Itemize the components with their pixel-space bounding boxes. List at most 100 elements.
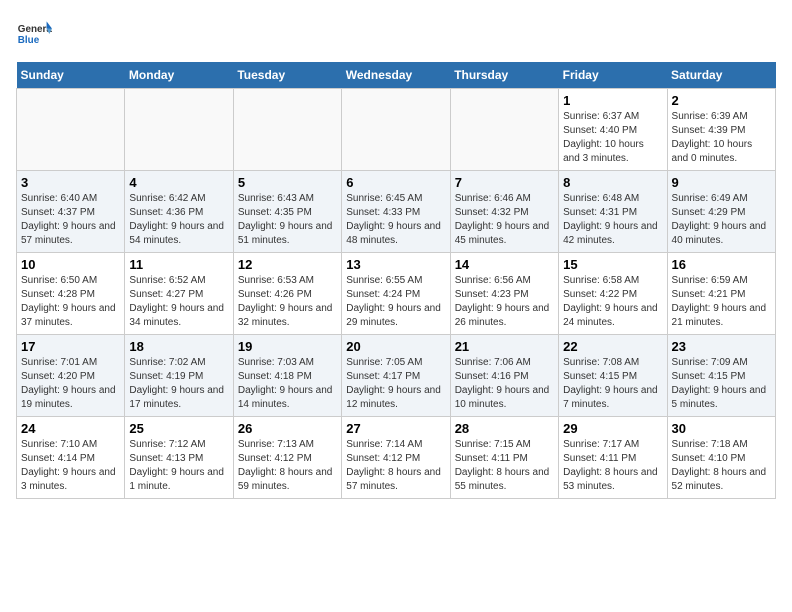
day-cell [342,89,450,171]
week-row-4: 17 Sunrise: 7:01 AM Sunset: 4:20 PM Dayli… [17,335,776,417]
day-detail: Sunrise: 6:49 AM Sunset: 4:29 PM Dayligh… [672,192,771,248]
day-detail: Sunrise: 7:06 AM Sunset: 4:16 PM Dayligh… [455,356,554,412]
day-cell: 23 Sunrise: 7:09 AM Sunset: 4:15 PM Dayli… [667,335,775,417]
day-cell: 20 Sunrise: 7:05 AM Sunset: 4:17 PM Dayli… [342,335,450,417]
day-cell: 7Sunrise: 6:46 AM Sunset: 4:32 PM Daylig… [450,171,558,253]
day-cell: 5Sunrise: 6:43 AM Sunset: 4:35 PM Daylig… [233,171,341,253]
day-cell: 10 Sunrise: 6:50 AM Sunset: 4:28 PM Dayli… [17,253,125,335]
day-header-tuesday: Tuesday [233,62,341,89]
day-number: 10 [21,257,120,272]
day-header-wednesday: Wednesday [342,62,450,89]
day-number: 23 [672,339,771,354]
day-cell: 13 Sunrise: 6:55 AM Sunset: 4:24 PM Dayli… [342,253,450,335]
day-number: 7 [455,175,554,190]
day-detail: Sunrise: 7:02 AM Sunset: 4:19 PM Dayligh… [129,356,228,412]
svg-text:Blue: Blue [18,35,40,46]
day-cell: 1 Sunrise: 6:37 AM Sunset: 4:40 PM Daylig… [559,89,667,171]
day-cell: 22 Sunrise: 7:08 AM Sunset: 4:15 PM Dayli… [559,335,667,417]
day-detail: Sunrise: 6:55 AM Sunset: 4:24 PM Dayligh… [346,274,445,330]
day-detail: Sunrise: 6:48 AM Sunset: 4:31 PM Dayligh… [563,192,662,248]
day-header-thursday: Thursday [450,62,558,89]
day-detail: Sunrise: 6:59 AM Sunset: 4:21 PM Dayligh… [672,274,771,330]
day-detail: Sunrise: 6:52 AM Sunset: 4:27 PM Dayligh… [129,274,228,330]
day-cell: 8 Sunrise: 6:48 AM Sunset: 4:31 PM Daylig… [559,171,667,253]
day-cell [233,89,341,171]
week-row-5: 24Sunrise: 7:10 AM Sunset: 4:14 PM Dayli… [17,417,776,499]
day-number: 12 [238,257,337,272]
week-row-3: 10 Sunrise: 6:50 AM Sunset: 4:28 PM Dayli… [17,253,776,335]
day-cell [17,89,125,171]
day-detail: Sunrise: 6:45 AM Sunset: 4:33 PM Dayligh… [346,192,445,248]
day-cell: 12Sunrise: 6:53 AM Sunset: 4:26 PM Dayli… [233,253,341,335]
day-detail: Sunrise: 6:50 AM Sunset: 4:28 PM Dayligh… [21,274,120,330]
day-number: 28 [455,421,554,436]
day-detail: Sunrise: 7:12 AM Sunset: 4:13 PM Dayligh… [129,438,228,494]
day-number: 8 [563,175,662,190]
day-cell: 25 Sunrise: 7:12 AM Sunset: 4:13 PM Dayli… [125,417,233,499]
day-cell: 30Sunrise: 7:18 AM Sunset: 4:10 PM Dayli… [667,417,775,499]
calendar-table: SundayMondayTuesdayWednesdayThursdayFrid… [16,62,776,499]
day-number: 17 [21,339,120,354]
week-row-2: 3 Sunrise: 6:40 AM Sunset: 4:37 PM Daylig… [17,171,776,253]
week-row-1: 1 Sunrise: 6:37 AM Sunset: 4:40 PM Daylig… [17,89,776,171]
day-number: 1 [563,93,662,108]
day-number: 21 [455,339,554,354]
day-detail: Sunrise: 6:42 AM Sunset: 4:36 PM Dayligh… [129,192,228,248]
day-detail: Sunrise: 7:09 AM Sunset: 4:15 PM Dayligh… [672,356,771,412]
day-cell: 14 Sunrise: 6:56 AM Sunset: 4:23 PM Dayli… [450,253,558,335]
day-number: 3 [21,175,120,190]
day-cell [125,89,233,171]
day-header-monday: Monday [125,62,233,89]
day-cell: 26Sunrise: 7:13 AM Sunset: 4:12 PM Dayli… [233,417,341,499]
day-header-saturday: Saturday [667,62,775,89]
day-number: 29 [563,421,662,436]
day-detail: Sunrise: 7:18 AM Sunset: 4:10 PM Dayligh… [672,438,771,494]
day-number: 16 [672,257,771,272]
day-number: 18 [129,339,228,354]
day-number: 22 [563,339,662,354]
day-header-sunday: Sunday [17,62,125,89]
day-detail: Sunrise: 7:17 AM Sunset: 4:11 PM Dayligh… [563,438,662,494]
day-header-row: SundayMondayTuesdayWednesdayThursdayFrid… [17,62,776,89]
logo-icon: General Blue [16,16,52,52]
day-detail: Sunrise: 7:05 AM Sunset: 4:17 PM Dayligh… [346,356,445,412]
day-detail: Sunrise: 6:40 AM Sunset: 4:37 PM Dayligh… [21,192,120,248]
day-cell: 27 Sunrise: 7:14 AM Sunset: 4:12 PM Dayli… [342,417,450,499]
day-number: 25 [129,421,228,436]
day-number: 11 [129,257,228,272]
day-detail: Sunrise: 6:37 AM Sunset: 4:40 PM Dayligh… [563,110,662,166]
day-number: 9 [672,175,771,190]
header: General Blue [16,16,776,52]
day-detail: Sunrise: 6:58 AM Sunset: 4:22 PM Dayligh… [563,274,662,330]
day-cell: 15 Sunrise: 6:58 AM Sunset: 4:22 PM Dayli… [559,253,667,335]
day-cell: 11 Sunrise: 6:52 AM Sunset: 4:27 PM Dayli… [125,253,233,335]
day-number: 6 [346,175,445,190]
day-detail: Sunrise: 7:14 AM Sunset: 4:12 PM Dayligh… [346,438,445,494]
day-cell: 19Sunrise: 7:03 AM Sunset: 4:18 PM Dayli… [233,335,341,417]
day-cell: 3 Sunrise: 6:40 AM Sunset: 4:37 PM Daylig… [17,171,125,253]
day-number: 5 [238,175,337,190]
day-number: 15 [563,257,662,272]
day-number: 2 [672,93,771,108]
day-cell: 28Sunrise: 7:15 AM Sunset: 4:11 PM Dayli… [450,417,558,499]
day-detail: Sunrise: 7:08 AM Sunset: 4:15 PM Dayligh… [563,356,662,412]
logo: General Blue [16,16,52,52]
day-number: 27 [346,421,445,436]
day-cell: 9 Sunrise: 6:49 AM Sunset: 4:29 PM Daylig… [667,171,775,253]
day-detail: Sunrise: 6:56 AM Sunset: 4:23 PM Dayligh… [455,274,554,330]
day-detail: Sunrise: 7:03 AM Sunset: 4:18 PM Dayligh… [238,356,337,412]
day-number: 14 [455,257,554,272]
day-detail: Sunrise: 7:10 AM Sunset: 4:14 PM Dayligh… [21,438,120,494]
day-cell: 29 Sunrise: 7:17 AM Sunset: 4:11 PM Dayli… [559,417,667,499]
day-number: 26 [238,421,337,436]
day-number: 4 [129,175,228,190]
day-cell: 2 Sunrise: 6:39 AM Sunset: 4:39 PM Daylig… [667,89,775,171]
day-cell: 16 Sunrise: 6:59 AM Sunset: 4:21 PM Dayli… [667,253,775,335]
day-number: 13 [346,257,445,272]
day-detail: Sunrise: 6:39 AM Sunset: 4:39 PM Dayligh… [672,110,771,166]
day-cell: 24Sunrise: 7:10 AM Sunset: 4:14 PM Dayli… [17,417,125,499]
day-number: 20 [346,339,445,354]
day-cell [450,89,558,171]
day-detail: Sunrise: 7:01 AM Sunset: 4:20 PM Dayligh… [21,356,120,412]
day-cell: 6 Sunrise: 6:45 AM Sunset: 4:33 PM Daylig… [342,171,450,253]
